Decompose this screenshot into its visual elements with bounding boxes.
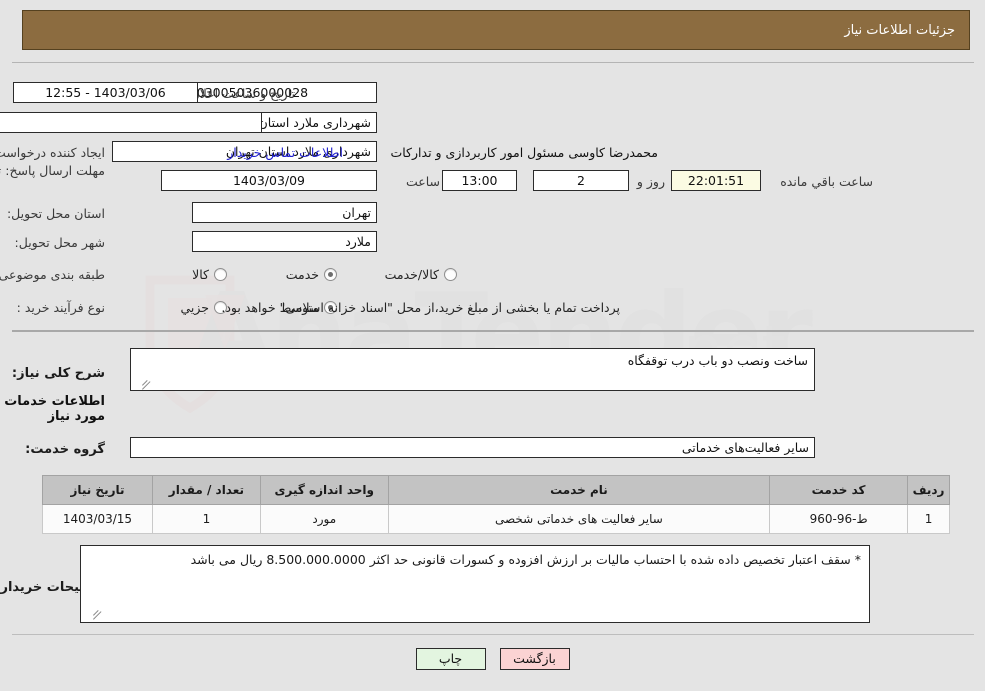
col-header-need-date: تاریخ نیاز [42,475,153,505]
cell-index: 1 [907,504,950,534]
col-header-code: کد خدمت [769,475,909,505]
col-header-unit: واحد اندازه گیری [259,475,389,505]
field-deadline-time: 13:00 [442,169,517,191]
cell-qty: 1 [151,504,261,534]
radio-label-khedmat: خدمت [285,266,319,282]
radio-label-jozii: جزیي [180,299,209,315]
city-value: ملارد [192,230,377,252]
table-header-row: ردیف کد خدمت نام خدمت واحد اندازه گیری ت… [42,475,950,505]
radio-icon-kala[interactable] [214,267,227,281]
deadline-time-label: ساعت [405,173,440,189]
field-deadline-label: مهلت ارسال پاسخ: تا تاریخ: [0,163,105,178]
announce-datetime-value: 1403/03/06 - 12:55 [13,81,198,103]
radio-purchase-jozii[interactable]: جزیي [180,296,227,318]
page-header-bar: جزئیات اطلاعات نیاز [22,10,970,50]
radio-category-khedmat[interactable]: خدمت [286,263,337,285]
radio-icon-khedmat[interactable] [324,267,337,281]
deadline-countdown-label: ساعت باقي مانده [780,173,873,189]
field-deadline-date: 1403/03/09 [161,169,377,191]
cell-code: ط-96-960 [769,504,909,534]
radio-category-kala[interactable]: کالا [192,263,227,285]
buyer-org-extra-value [0,111,262,133]
province-value: تهران [192,201,377,223]
service-group-value: سایر فعالیت‌های خدماتی [130,436,815,458]
field-province-label: استان محل تحویل: [6,205,105,221]
buyer-contact-link[interactable]: اطلاعات تماس خریدار [227,145,343,160]
radio-icon-kala-khedmat[interactable] [444,267,457,281]
field-deadline-countdown: 22:01:51 [671,169,761,191]
general-description-value: ساخت ونصب دو باب درب توقفگاه [627,353,808,368]
deadline-time-value: 13:00 [442,169,517,191]
field-city: ملارد [192,230,377,252]
deadline-countdown-value: 22:01:51 [671,169,761,191]
purchase-type-note: پرداخت تمام یا بخشی از مبلغ خرید،از محل … [221,299,620,315]
cell-unit: مورد [259,504,389,534]
print-button[interactable]: چاپ [415,648,486,670]
back-button[interactable]: بازگشت [499,648,570,670]
field-service-group: سایر فعالیت‌های خدماتی [130,436,815,458]
bottom-divider [12,634,974,635]
field-buyer-org-extra [0,111,262,133]
field-city-label: شهر محل تحویل: [14,234,105,250]
field-category-label: طبقه بندی موضوعی: [0,266,105,282]
field-announce-datetime: 1403/03/06 - 12:55 [13,81,198,103]
requester-full-text: محمدرضا کاوسی مسئول امور کاربردازی و تدا… [390,144,658,160]
buyer-notes-textarea[interactable]: * سقف اعتبار تخصیص داده شده با احتساب ما… [80,545,870,623]
buyer-contact-link-wrap[interactable]: اطلاعات تماس خریدار [227,141,343,163]
field-general-description-label: شرح کلی نیاز: [11,365,105,381]
resize-grip-icon-notes [84,608,102,620]
cell-need-date: 1403/03/15 [42,504,153,534]
radio-label-kala: کالا [192,266,209,282]
field-purchase-type-label: نوع فرآیند خرید : [16,299,105,315]
col-header-name: نام خدمت [387,475,771,505]
field-province: تهران [192,201,377,223]
tender-detail-page: AnaTender .net جزئیات اطلاعات نیاز شماره… [0,0,985,691]
col-header-qty: تعداد / مقدار [151,475,261,505]
field-service-group-label: گروه خدمت: [25,441,105,457]
radio-label-kala-khedmat: کالا/خدمت [384,266,439,282]
table-row[interactable]: 1 ط-96-960 سایر فعالیت های خدماتی شخصی م… [42,504,950,534]
general-description-textarea[interactable]: ساخت ونصب دو باب درب توقفگاه [130,348,815,391]
col-header-index: ردیف [907,475,950,505]
page-title: جزئیات اطلاعات نیاز [844,22,955,38]
deadline-date-value: 1403/03/09 [161,169,377,191]
buyer-notes-value: * سقف اعتبار تخصیص داده شده با احتساب ما… [190,552,861,567]
cell-name: سایر فعالیت های خدماتی شخصی [387,504,771,534]
deadline-days-label: روز و [636,173,665,189]
services-table: ردیف کد خدمت نام خدمت واحد اندازه گیری ت… [42,475,950,534]
resize-grip-icon [133,379,151,390]
services-section-title: اطلاعات خدمات مورد نیاز [4,394,105,424]
radio-category-kala-khedmat[interactable]: کالا/خدمت [385,263,457,285]
field-requester-label: ایجاد کننده درخواست: [0,144,105,160]
bottom-button-bar: بازگشت چاپ [0,648,985,670]
field-deadline-days: 2 [533,169,629,191]
deadline-days-value: 2 [533,169,629,191]
